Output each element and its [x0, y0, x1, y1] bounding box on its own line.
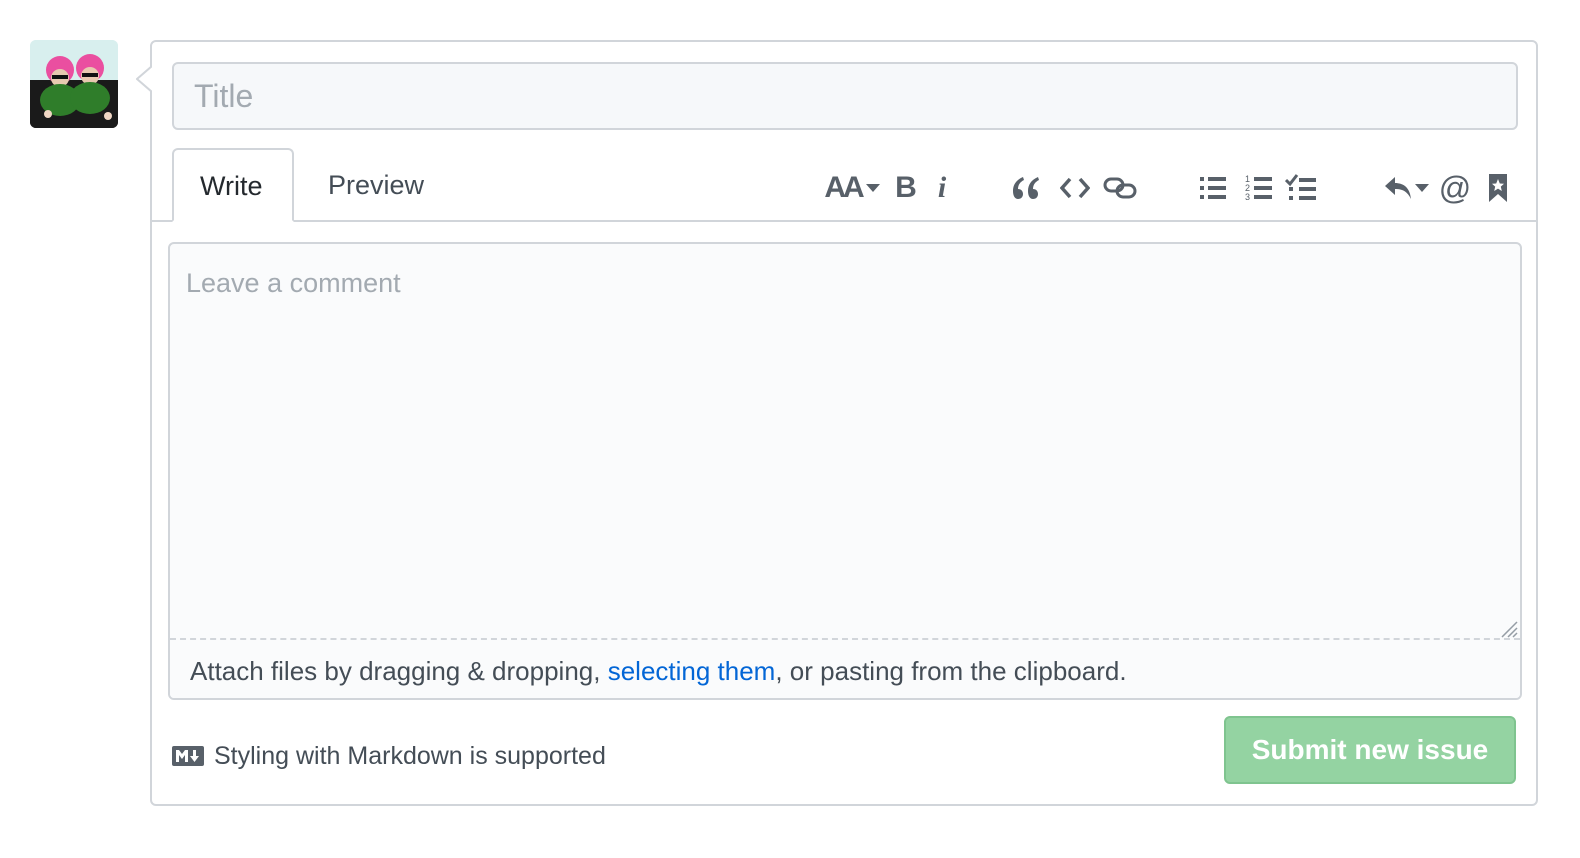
unordered-list-icon — [1200, 177, 1226, 199]
code-icon — [1060, 177, 1090, 199]
ordered-list-icon: 1 2 3 — [1245, 174, 1272, 202]
text-size-button[interactable]: AA — [824, 168, 880, 208]
new-issue-form: Write Preview AA B i — [150, 40, 1538, 806]
reply-button[interactable] — [1382, 168, 1430, 208]
avatar[interactable] — [30, 40, 118, 128]
reply-icon — [1385, 177, 1411, 199]
bookmark-icon — [1489, 174, 1507, 202]
mention-button[interactable]: @ — [1438, 168, 1472, 208]
avatar-image — [30, 40, 118, 128]
tab-write[interactable]: Write — [172, 148, 294, 222]
code-button[interactable] — [1058, 168, 1092, 208]
submit-new-issue-button[interactable]: Submit new issue — [1224, 716, 1516, 784]
resize-handle-icon[interactable] — [1498, 618, 1518, 638]
saved-replies-button[interactable] — [1486, 168, 1510, 208]
italic-icon: i — [937, 171, 947, 204]
title-input[interactable] — [172, 62, 1518, 130]
markdown-icon — [172, 746, 204, 766]
link-icon — [1103, 177, 1137, 199]
link-button[interactable] — [1102, 168, 1138, 208]
bold-button[interactable]: B — [892, 168, 920, 208]
markdown-note-text[interactable]: Styling with Markdown is supported — [214, 742, 606, 771]
italic-button[interactable]: i — [930, 168, 954, 208]
tab-preview[interactable]: Preview — [302, 148, 450, 222]
chevron-down-icon — [1415, 184, 1429, 192]
tab-navigation: Write Preview AA B i 1 2 3 @ — [152, 148, 1536, 222]
text-size-icon: AA — [824, 171, 864, 204]
attach-text-before: Attach files by dragging & dropping, — [190, 656, 608, 686]
attach-text-after: , or pasting from the clipboard. — [775, 656, 1127, 686]
comment-field-container: Attach files by dragging & dropping, sel… — [168, 242, 1522, 700]
mention-icon: @ — [1438, 169, 1472, 206]
chevron-down-icon — [865, 184, 880, 192]
quote-button[interactable] — [1010, 168, 1042, 208]
unordered-list-button[interactable] — [1198, 168, 1228, 208]
svg-text:3: 3 — [1245, 192, 1250, 202]
bold-icon: B — [895, 171, 917, 204]
markdown-note: Styling with Markdown is supported — [172, 738, 606, 774]
comment-box-arrow — [136, 66, 152, 92]
quote-icon — [1013, 177, 1039, 199]
ordered-list-button[interactable]: 1 2 3 — [1244, 168, 1274, 208]
file-attach-bar[interactable]: Attach files by dragging & dropping, sel… — [170, 638, 1520, 698]
select-files-link[interactable]: selecting them — [608, 656, 776, 686]
task-list-icon — [1285, 174, 1316, 200]
task-list-button[interactable] — [1284, 168, 1318, 208]
comment-textarea[interactable] — [170, 244, 1520, 638]
